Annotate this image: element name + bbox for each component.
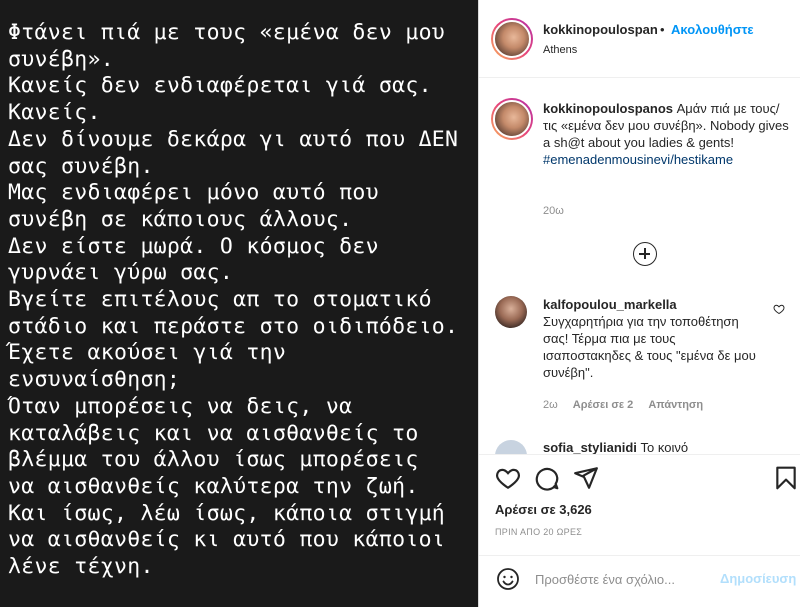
comment-text: kalfopoulou_markella Συγχαρητήρια για τη… (543, 296, 763, 381)
post-image-text-line: Κανείς δεν ενδιαφέρεται γιά σας. (8, 73, 432, 99)
post-image-text-line: λένε τέχνη. (8, 554, 154, 580)
small-heart-icon[interactable] (773, 303, 785, 315)
bookmark-icon[interactable] (773, 465, 799, 491)
commenter-avatar[interactable] (495, 296, 527, 328)
post-image-text-line: να αισθανθείς καλύτερα την ζωή. (8, 473, 419, 499)
caption-avatar[interactable] (491, 98, 533, 140)
follow-button[interactable]: Ακολουθήστε (671, 22, 754, 37)
caption-text: kokkinopoulospanos Αμάν πιά με τους/τις … (543, 100, 791, 168)
post-timestamp[interactable]: ΠΡΙΝ ΑΠΟ 20 ΩΡΕΣ (495, 527, 582, 537)
comment-body: Συγχαρητήρια για την τοποθέτηση σας! Τέρ… (543, 314, 756, 380)
comment-icon[interactable] (534, 465, 560, 491)
share-icon[interactable] (573, 465, 599, 491)
commenter-avatar[interactable] (495, 440, 527, 454)
plus-circle-icon[interactable] (633, 242, 657, 266)
caption-time: 20ω (543, 205, 564, 217)
author-avatar[interactable] (491, 18, 533, 60)
post-side-panel: kokkinopoulospan • Ακολουθήστε Athens ko… (478, 0, 800, 607)
post-location[interactable]: Athens (543, 44, 577, 56)
post-actions: Αρέσει σε 3,626 ΠΡΙΝ ΑΠΟ 20 ΩΡΕΣ (479, 454, 800, 560)
author-username[interactable]: kokkinopoulospan (543, 22, 658, 37)
post-image-text-line: γυρνάει γύρω σας. (8, 260, 234, 286)
post-image-text-line: Μας ενδιαφέρει μόνο αυτό που (8, 180, 379, 206)
comment-reply-button[interactable]: Απάντηση (648, 399, 703, 411)
comment-time: 2ω (543, 399, 558, 411)
post-image-text-line: Έχετε ακούσει γιά την (8, 340, 287, 366)
emoji-icon[interactable] (496, 567, 520, 591)
header-separator: • (660, 22, 665, 37)
comment-meta: 2ω Αρέσει σε 2 Απάντηση (543, 399, 715, 411)
post-image-text-line: συνέβη σε κάποιους άλλους. (8, 206, 353, 232)
comment-username[interactable]: sofia_stylianidi (543, 440, 637, 454)
post-image-text-line: Δεν δίνουμε δεκάρα γι αυτό που ΔΕΝ (8, 126, 459, 152)
post-image-text-line: να αισθανθείς κι αυτό που κάποιοι (8, 527, 446, 553)
comment-item: sofia_stylianidi Το κοινό (479, 438, 800, 454)
comment-body: Το κοινό (636, 440, 689, 454)
post-comment-button[interactable]: Δημοσίευση (720, 571, 796, 586)
heart-icon[interactable] (495, 465, 521, 491)
post-image-text: Φτάνει πιά με τους «εμένα δεν μου συνέβη»… (8, 20, 476, 581)
comment-username[interactable]: kalfopoulou_markella (543, 297, 677, 312)
post-image-text-line: καταλάβεις και να αισθανθείς το (8, 420, 419, 446)
post-image-text-line: συνέβη». (8, 46, 114, 72)
caption-hashtag[interactable]: #emenadenmousinevi (543, 152, 670, 167)
post-image-text-line: Βγείτε επιτέλους απ το στοματικό (8, 287, 432, 313)
add-comment-bar: Δημοσίευση (479, 555, 800, 607)
post-image-text-line: Δεν είστε μωρά. Ο κόσμος δεν (8, 233, 379, 259)
post-image-text-line: σας συνέβη. (8, 153, 154, 179)
comment-likes[interactable]: Αρέσει σε 2 (573, 399, 634, 411)
post-image-text-line: βλέμμα του άλλου ίσως μπορέσεις (8, 447, 419, 473)
comment-input[interactable] (535, 568, 715, 590)
post-image-text-line: Όταν μπορέσεις να δεις, να (8, 393, 353, 419)
post-image-text-line: Και ίσως, λέω ίσως, κάποια στιγμή (8, 500, 446, 526)
caption-hashtag-suffix: /hestikame (670, 152, 734, 167)
caption-username[interactable]: kokkinopoulospanos (543, 101, 673, 116)
comment-text: sofia_stylianidi Το κοινό (543, 440, 688, 454)
post-image-text-line: ενσυναίσθηση; (8, 367, 181, 393)
post-image-text-line: Φτάνει πιά με τους «εμένα δεν μου (8, 20, 446, 45)
post-image[interactable]: Φτάνει πιά με τους «εμένα δεν μου συνέβη»… (0, 0, 478, 607)
post-image-text-line: στάδιο και περάστε στο οιδιπόδειο. (8, 313, 459, 339)
likes-count[interactable]: Αρέσει σε 3,626 (495, 502, 592, 517)
post-header: kokkinopoulospan • Ακολουθήστε Athens (479, 0, 800, 78)
post-image-text-line: Κανείς. (8, 100, 101, 126)
